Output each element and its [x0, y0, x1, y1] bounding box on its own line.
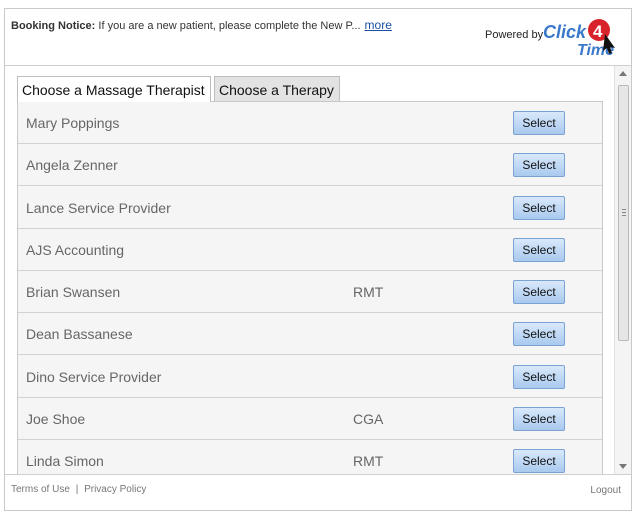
provider-name: Mary Poppings — [26, 115, 120, 131]
provider-name: Dino Service Provider — [26, 369, 162, 385]
list-item: Lance Service Provider Select — [18, 187, 602, 229]
grip-line — [622, 212, 626, 213]
provider-name: AJS Accounting — [26, 242, 125, 258]
booking-notice-text: If you are a new patient, please complet… — [98, 20, 361, 32]
tab-massage-therapist[interactable]: Choose a Massage Therapist — [17, 76, 211, 102]
more-link[interactable]: more — [365, 18, 392, 32]
select-button[interactable]: Select — [513, 196, 565, 220]
vertical-scrollbar[interactable] — [614, 66, 631, 474]
scroll-up-icon[interactable] — [619, 71, 627, 76]
grip-line — [622, 209, 626, 210]
provider-name: Dean Bassanese — [26, 326, 133, 342]
click4time-logo[interactable]: Click 4 Time — [541, 18, 623, 58]
header: Booking Notice: If you are a new patient… — [5, 9, 631, 66]
scroll-down-icon[interactable] — [619, 464, 627, 469]
provider-list: Mary Poppings Select Angela Zenner Selec… — [17, 101, 603, 474]
logout-link[interactable]: Logout — [590, 485, 621, 496]
select-button[interactable]: Select — [513, 238, 565, 262]
grip-line — [622, 215, 626, 216]
list-item: Dino Service Provider Select — [18, 356, 602, 398]
select-button[interactable]: Select — [513, 322, 565, 346]
list-item: Linda Simon RMT Select — [18, 440, 602, 474]
provider-name: Angela Zenner — [26, 157, 118, 173]
booking-notice-label: Booking Notice: — [11, 20, 96, 32]
footer-links: Terms of Use | Privacy Policy — [11, 484, 146, 495]
select-button[interactable]: Select — [513, 407, 565, 431]
scrollbar-thumb[interactable] — [618, 85, 629, 341]
logo-four-text: 4 — [593, 22, 603, 41]
provider-credential: RMT — [353, 453, 384, 469]
terms-of-use-link[interactable]: Terms of Use — [11, 484, 70, 495]
list-item: Mary Poppings Select — [18, 102, 602, 144]
select-button[interactable]: Select — [513, 280, 565, 304]
footer-separator: | — [75, 484, 79, 495]
provider-name: Lance Service Provider — [26, 200, 171, 216]
list-item: Angela Zenner Select — [18, 144, 602, 186]
select-button[interactable]: Select — [513, 111, 565, 135]
privacy-policy-link[interactable]: Privacy Policy — [84, 484, 146, 495]
provider-credential: RMT — [353, 284, 384, 300]
provider-name: Brian Swansen — [26, 284, 121, 300]
list-item: Brian Swansen RMT Select — [18, 271, 602, 313]
provider-credential: CGA — [353, 411, 384, 427]
list-item: Dean Bassanese Select — [18, 313, 602, 355]
list-item: Joe Shoe CGA Select — [18, 398, 602, 440]
select-button[interactable]: Select — [513, 449, 565, 473]
booking-notice: Booking Notice: If you are a new patient… — [11, 18, 392, 32]
content-area: Choose a Massage Therapist Choose a Ther… — [5, 66, 614, 474]
booking-widget: Booking Notice: If you are a new patient… — [4, 8, 632, 511]
powered-by-label: Powered by — [485, 29, 544, 41]
footer: Terms of Use | Privacy Policy Logout — [5, 474, 631, 510]
provider-name: Joe Shoe — [26, 411, 86, 427]
logo-click-text: Click — [543, 22, 587, 42]
list-item: AJS Accounting Select — [18, 229, 602, 271]
select-button[interactable]: Select — [513, 153, 565, 177]
provider-name: Linda Simon — [26, 453, 104, 469]
tab-therapy[interactable]: Choose a Therapy — [214, 76, 340, 101]
select-button[interactable]: Select — [513, 365, 565, 389]
